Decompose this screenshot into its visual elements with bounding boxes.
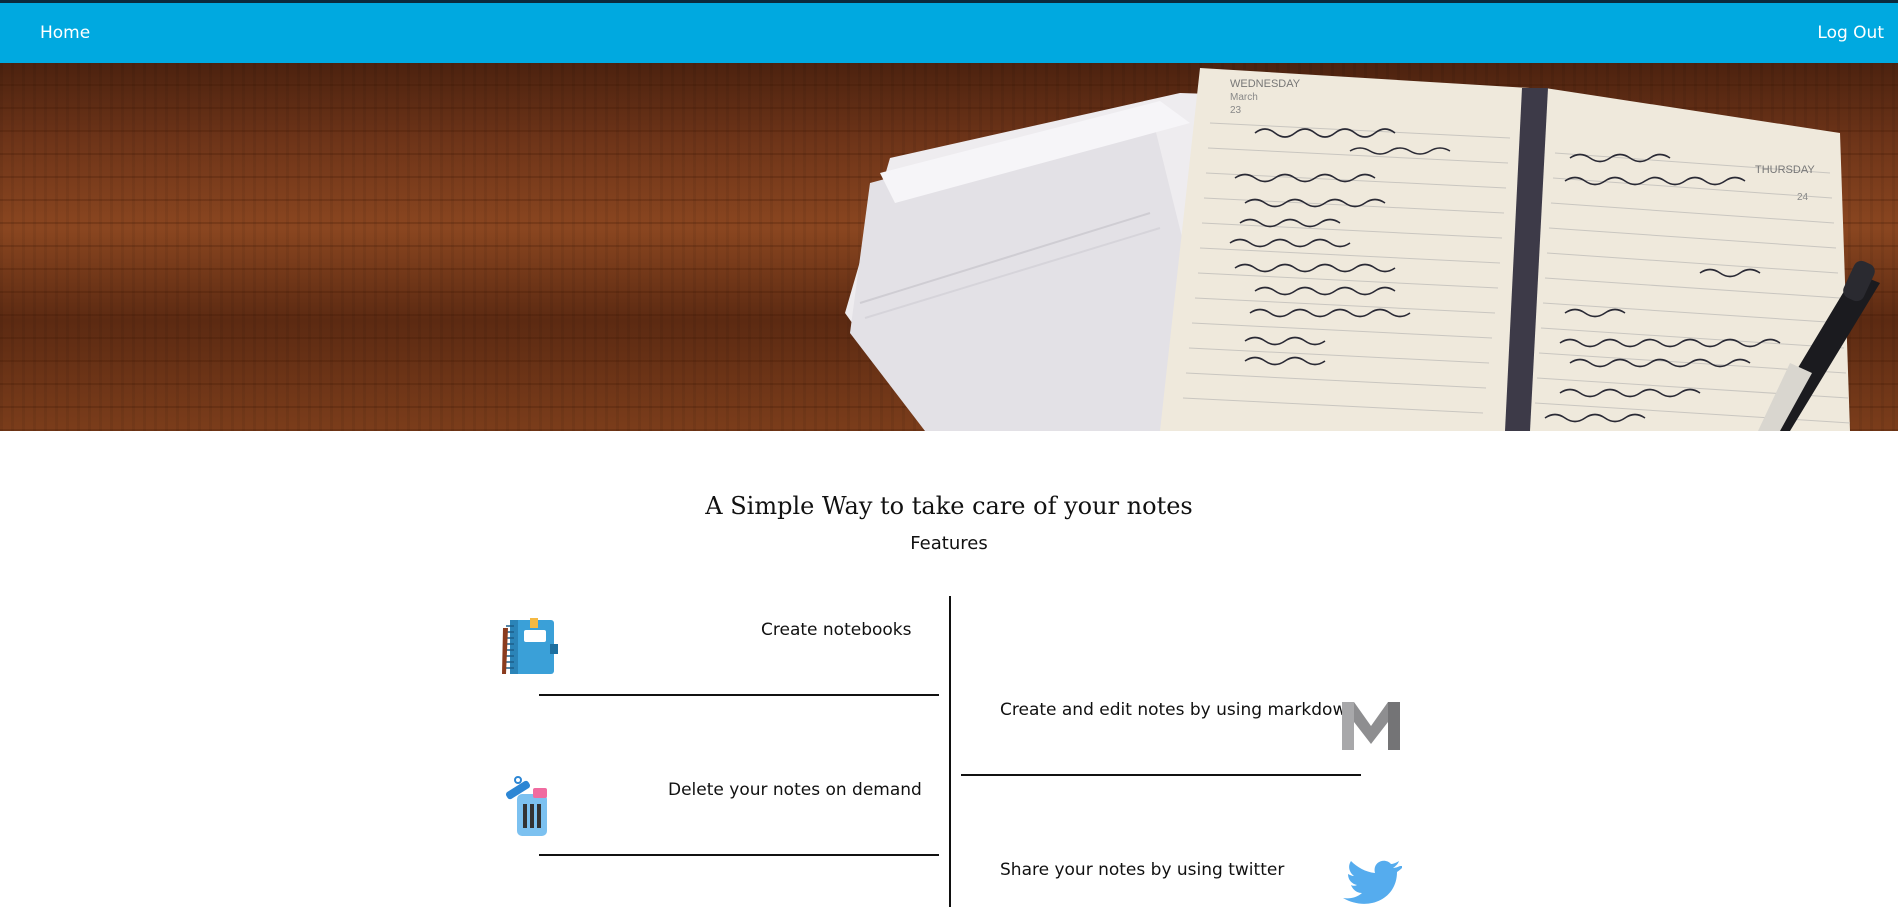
hero-banner: WEDNESDAY March 23 THURSDAY 24 [0, 63, 1898, 431]
feature-markdown: Create and edit notes by using markdown [1000, 700, 1358, 720]
feature-twitter-share: Share your notes by using twitter [1000, 860, 1285, 880]
trash-icon [503, 776, 555, 838]
home-link[interactable]: Home [40, 23, 90, 43]
hero-day-left: 23 [1230, 105, 1242, 116]
feature-delete-notes: Delete your notes on demand [668, 780, 922, 800]
page-title: A Simple Way to take care of your notes [705, 492, 1193, 520]
feature-separator-right-1 [961, 774, 1361, 776]
hero-date-right: THURSDAY [1755, 164, 1815, 176]
hero-month-left: March [1230, 92, 1258, 103]
feature-separator-left-2 [539, 854, 939, 856]
feature-create-notebooks: Create notebooks [761, 620, 912, 640]
feature-separator-left-1 [539, 694, 939, 696]
notebook-icon [500, 618, 558, 676]
features-heading: Features [910, 533, 988, 554]
hero-day-right: 24 [1797, 192, 1809, 203]
hero-notebook-illustration: WEDNESDAY March 23 THURSDAY 24 [845, 68, 1880, 431]
navbar: Home Log Out [0, 3, 1898, 63]
hero-date-left: WEDNESDAY [1230, 78, 1301, 90]
markdown-icon [1340, 700, 1402, 752]
logout-link[interactable]: Log Out [1817, 23, 1884, 43]
twitter-icon [1340, 860, 1404, 907]
features-divider [949, 596, 951, 907]
